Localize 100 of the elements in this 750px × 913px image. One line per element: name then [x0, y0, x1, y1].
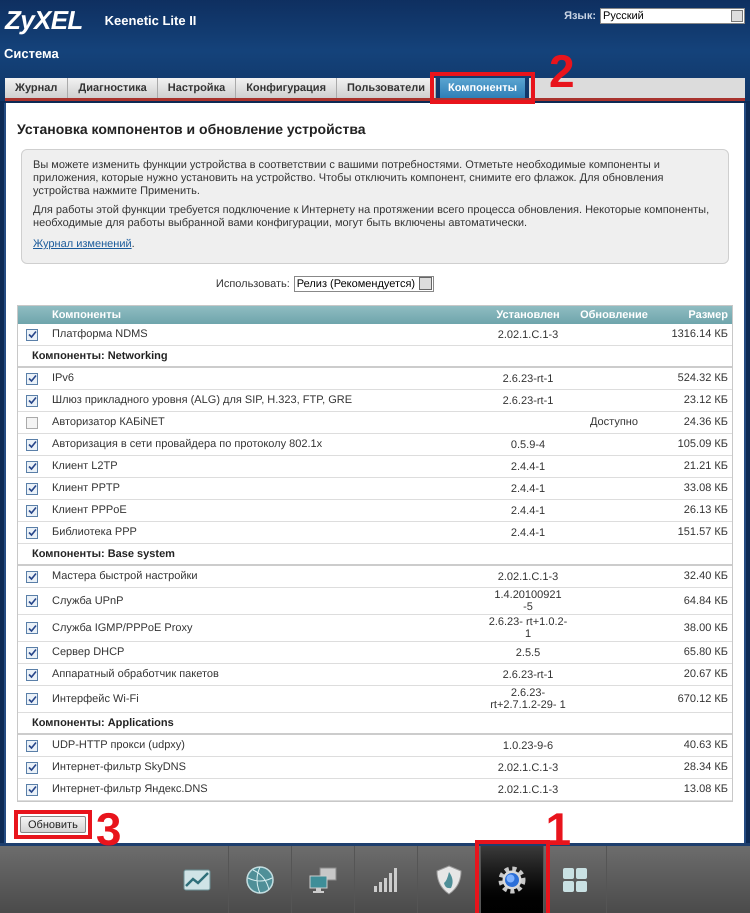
- size-value: 28.34 КБ: [684, 761, 728, 774]
- size-value: 1316.14 КБ: [672, 328, 728, 340]
- size-value: 151.57 КБ: [678, 526, 728, 538]
- checkbox[interactable]: [26, 646, 38, 658]
- checkbox[interactable]: [26, 460, 38, 472]
- page-title: Установка компонентов и обновление устройства: [17, 120, 367, 139]
- tab[interactable]: Пользователи: [337, 78, 436, 98]
- component-name: Авторизатор КАБiNET: [52, 415, 166, 430]
- tab[interactable]: Конфигурация: [236, 78, 337, 98]
- installed-version: 2.6.23- rt+2.7.1.2-29- 1: [490, 687, 566, 711]
- installed-version: 2.02.1.C.1-3: [498, 328, 558, 340]
- installed-version: 2.6.23- rt+1.0.2-1: [488, 616, 568, 640]
- component-name: Шлюз прикладного уровня (ALG) для SIP, H.323, FTP, GRE: [52, 393, 354, 408]
- component-name: Служба IGMP/PPPoE Proxy: [52, 620, 194, 636]
- changelog-link[interactable]: Журнал изменений: [33, 238, 132, 250]
- installed-version: 2.4.4-1: [510, 504, 546, 516]
- group-header: Компоненты: Base system: [18, 544, 732, 566]
- component-name: Служба UPnP: [52, 594, 124, 609]
- component-name: Интернет-фильтр Яндекс.DNS: [52, 782, 209, 798]
- component-name: Интерфейс Wi-Fi: [52, 692, 140, 707]
- column-header: Обновление: [579, 308, 649, 323]
- language-label: Язык:: [564, 8, 596, 24]
- update-status: Доступно: [590, 416, 638, 428]
- group-header: Компоненты: Networking: [18, 346, 732, 368]
- checkbox[interactable]: [26, 394, 38, 406]
- changelog-paragraph: Журнал изменений.: [33, 237, 136, 252]
- component-name: Авторизация в сети провайдера по протоколу 802.1x: [52, 437, 324, 452]
- component-name: Интернет-фильтр SkyDNS: [52, 760, 187, 776]
- tab[interactable]: Диагностика: [68, 78, 158, 98]
- size-value: 20.67 КБ: [684, 668, 728, 680]
- checkbox[interactable]: [26, 526, 38, 538]
- size-value: 40.63 КБ: [684, 739, 728, 752]
- settings-icon: [496, 864, 528, 896]
- globe-icon: [244, 864, 276, 896]
- size-value: 21.21 КБ: [684, 460, 728, 472]
- column-header: Установлен: [495, 308, 561, 323]
- brand-logo: ZyXEL: [5, 4, 83, 36]
- component-name: IPv6: [52, 371, 76, 386]
- checkbox[interactable]: [26, 482, 38, 494]
- installed-version: 2.4.4-1: [510, 460, 546, 472]
- installed-version: 2.4.4-1: [510, 482, 546, 494]
- tab[interactable]: Журнал: [5, 78, 68, 98]
- installed-version: 2.02.1.C.1-3: [498, 570, 558, 582]
- size-value: 65.80 КБ: [684, 646, 728, 658]
- use-label: Использовать:: [216, 276, 290, 292]
- info-paragraph: Для работы этой функции требуется подключение к Интернету на протяжении всего процесса обновления. Некоторые компоненты, необходимые для работы выбранной вами конфигурации, могут быть включены автоматически.: [33, 204, 710, 230]
- checkbox[interactable]: [26, 762, 38, 774]
- size-value: 32.40 КБ: [684, 570, 728, 582]
- size-value: 38.00 КБ: [684, 622, 728, 634]
- column-header: Компоненты: [52, 308, 122, 323]
- component-name: Аппаратный обработчик пакетов: [52, 667, 220, 682]
- checkbox[interactable]: [26, 668, 38, 680]
- component-name: Клиент PPTP: [52, 481, 121, 496]
- installed-version: 2.02.1.C.1-3: [498, 784, 558, 796]
- checkbox[interactable]: [26, 328, 38, 340]
- checkbox[interactable]: [26, 416, 38, 428]
- size-value: 23.12 КБ: [684, 394, 728, 406]
- installed-version: 2.6.23-rt-1: [502, 372, 554, 384]
- component-name: Клиент L2TP: [52, 459, 119, 474]
- annotation-number: 1: [546, 806, 572, 852]
- installed-version: 1.0.23-9-6: [502, 740, 554, 752]
- installed-version: 0.5.9-4: [510, 438, 546, 450]
- checkbox[interactable]: [26, 622, 38, 634]
- annotation-number: 3: [96, 806, 122, 852]
- checkbox[interactable]: [26, 570, 38, 582]
- column-header: Размер: [687, 308, 729, 323]
- installed-version: 2.4.4-1: [510, 526, 546, 538]
- size-value: 524.32 КБ: [678, 372, 728, 384]
- group-header: Компоненты: Applications: [18, 713, 732, 735]
- size-value: 670.12 КБ: [678, 692, 728, 705]
- size-value: 64.84 КБ: [684, 594, 728, 607]
- checkbox[interactable]: [26, 740, 38, 752]
- language-dropdown[interactable]: Русский: [600, 8, 745, 24]
- tab[interactable]: Настройка: [158, 78, 236, 98]
- component-name: Мастера быстрой настройки: [52, 569, 198, 584]
- dock-button[interactable]: [480, 846, 544, 913]
- installed-version: 2.6.23-rt-1: [502, 394, 554, 406]
- release-dropdown[interactable]: Релиз (Рекомендуется): [294, 276, 434, 292]
- section-title: Система: [3, 45, 60, 63]
- installed-version: 2.5.5: [516, 646, 540, 658]
- component-name: Сервер DHCP: [52, 645, 126, 660]
- checkbox[interactable]: [26, 504, 38, 516]
- component-name: Библиотека PPP: [52, 525, 138, 540]
- installed-version: 2.6.23-rt-1: [502, 668, 554, 680]
- checkbox[interactable]: [26, 784, 38, 796]
- size-value: 13.08 КБ: [684, 783, 728, 796]
- installed-version: 2.02.1.C.1-3: [498, 762, 558, 774]
- size-value: 33.08 КБ: [684, 482, 728, 494]
- checkbox[interactable]: [26, 693, 38, 705]
- installed-version: 1.4.20100921 -5: [494, 589, 562, 613]
- size-value: 24.36 КБ: [684, 416, 728, 428]
- checkbox[interactable]: [26, 438, 38, 450]
- update-button[interactable]: Обновить: [20, 816, 86, 833]
- checkbox[interactable]: [26, 372, 38, 384]
- component-name: Клиент PPPoE: [52, 503, 128, 518]
- size-value: 26.13 КБ: [684, 504, 728, 516]
- checkbox[interactable]: [26, 595, 38, 607]
- device-model: Keenetic Lite II: [104, 12, 196, 30]
- component-name: UDP-HTTP прокси (udpxy): [52, 738, 186, 754]
- component-name: Платформа NDMS: [52, 327, 149, 342]
